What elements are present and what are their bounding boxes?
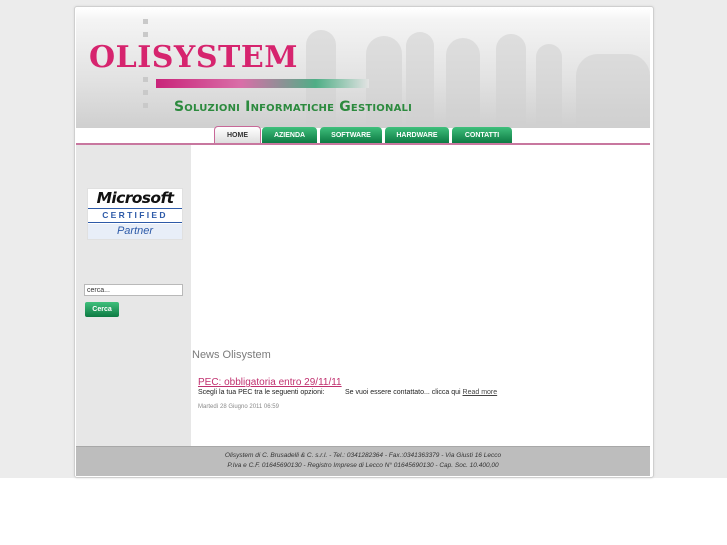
nav-tab-contatti[interactable]: CONTATTI [452,127,512,143]
site-footer: Olisystem di C. Brusadelli & C. s.r.l. -… [76,446,650,476]
nav-tab-home[interactable]: HOME [214,126,261,144]
header-decoration [496,34,526,128]
logo-underline [156,79,369,88]
header-decoration [536,44,562,128]
search-button[interactable]: Cerca [85,302,119,317]
badge-certified: CERTIFIED [88,208,182,223]
main-content [191,145,650,446]
badge-brand: Microsoft [96,189,174,207]
header-decoration [446,38,480,128]
read-more-link[interactable]: Read more [463,389,498,396]
nav-tab-azienda[interactable]: AZIENDA [262,127,317,143]
header-dot [143,19,148,24]
site-subtitle: Soluzioni Informatiche Gestionali [174,99,413,115]
main-nav: HOME AZIENDA SOFTWARE HARDWARE CONTATTI [76,126,650,144]
footer-address: Olisystem di C. Brusadelli & C. s.r.l. -… [224,452,502,459]
badge-partner: Partner [88,224,182,239]
article-contact-text: Se vuoi essere contattato... clicca qui … [345,389,497,396]
news-heading: News Olisystem [192,349,271,361]
site-logo[interactable]: OLISYSTEM [89,40,298,75]
article-title-link[interactable]: PEC: obbligatoria entro 29/11/11 [198,377,342,388]
article-date: Martedì 28 Giugno 2011 06:59 [198,404,279,410]
header-dot [143,103,148,108]
header-dot [143,77,148,82]
header-dot [143,32,148,37]
nav-tab-hardware[interactable]: HARDWARE [385,127,449,143]
microsoft-certified-partner-badge[interactable]: Microsoft CERTIFIED Partner [87,188,183,240]
header-dot [143,90,148,95]
search-input[interactable] [84,284,183,296]
nav-tab-software[interactable]: SOFTWARE [320,127,382,143]
header-decoration [576,54,650,128]
article-contact-label: Se vuoi essere contattato... clicca qui [345,389,461,396]
article-intro-text: Scegli la tua PEC tra le seguenti opzion… [198,389,325,396]
footer-registration: P.Iva e C.F. 01645690130 - Registro Impr… [227,462,499,469]
